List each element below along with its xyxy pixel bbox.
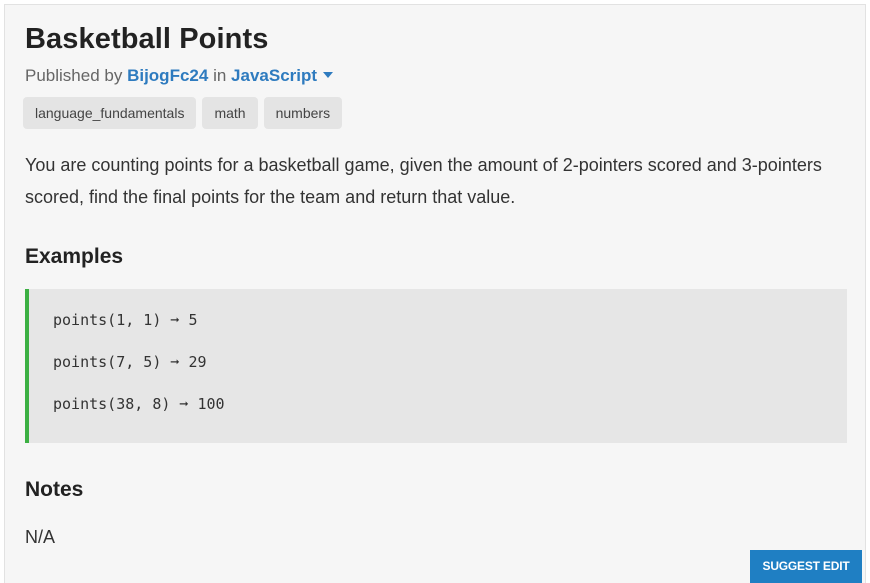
published-by-label: Published by bbox=[25, 66, 123, 85]
tag-language-fundamentals[interactable]: language_fundamentals bbox=[23, 97, 197, 129]
tag-math[interactable]: math bbox=[202, 97, 258, 129]
in-label: in bbox=[213, 66, 227, 85]
notes-body: N/A bbox=[25, 527, 56, 547]
examples-code-block: points(1, 1) ➞ 5 points(7, 5) ➞ 29 point… bbox=[25, 289, 847, 443]
challenge-panel: Basketball Points Published by BijogFc24… bbox=[4, 4, 866, 583]
chevron-down-icon[interactable] bbox=[323, 72, 334, 79]
author-link[interactable]: BijogFc24 bbox=[127, 66, 208, 85]
language-dropdown[interactable]: JavaScript bbox=[231, 66, 317, 85]
tag-list: language_fundamentals math numbers bbox=[23, 97, 343, 129]
challenge-description: You are counting points for a basketball… bbox=[25, 155, 822, 207]
tag-numbers[interactable]: numbers bbox=[263, 97, 343, 129]
suggest-edit-button[interactable]: SUGGEST EDIT bbox=[750, 550, 862, 583]
notes-heading: Notes bbox=[25, 478, 84, 501]
byline: Published by BijogFc24 in JavaScript bbox=[25, 66, 334, 86]
example-line: points(38, 8) ➞ 100 bbox=[53, 395, 225, 413]
example-line: points(7, 5) ➞ 29 bbox=[53, 353, 207, 371]
example-line: points(1, 1) ➞ 5 bbox=[53, 311, 198, 329]
examples-heading: Examples bbox=[25, 245, 124, 268]
challenge-title: Basketball Points bbox=[25, 23, 269, 55]
